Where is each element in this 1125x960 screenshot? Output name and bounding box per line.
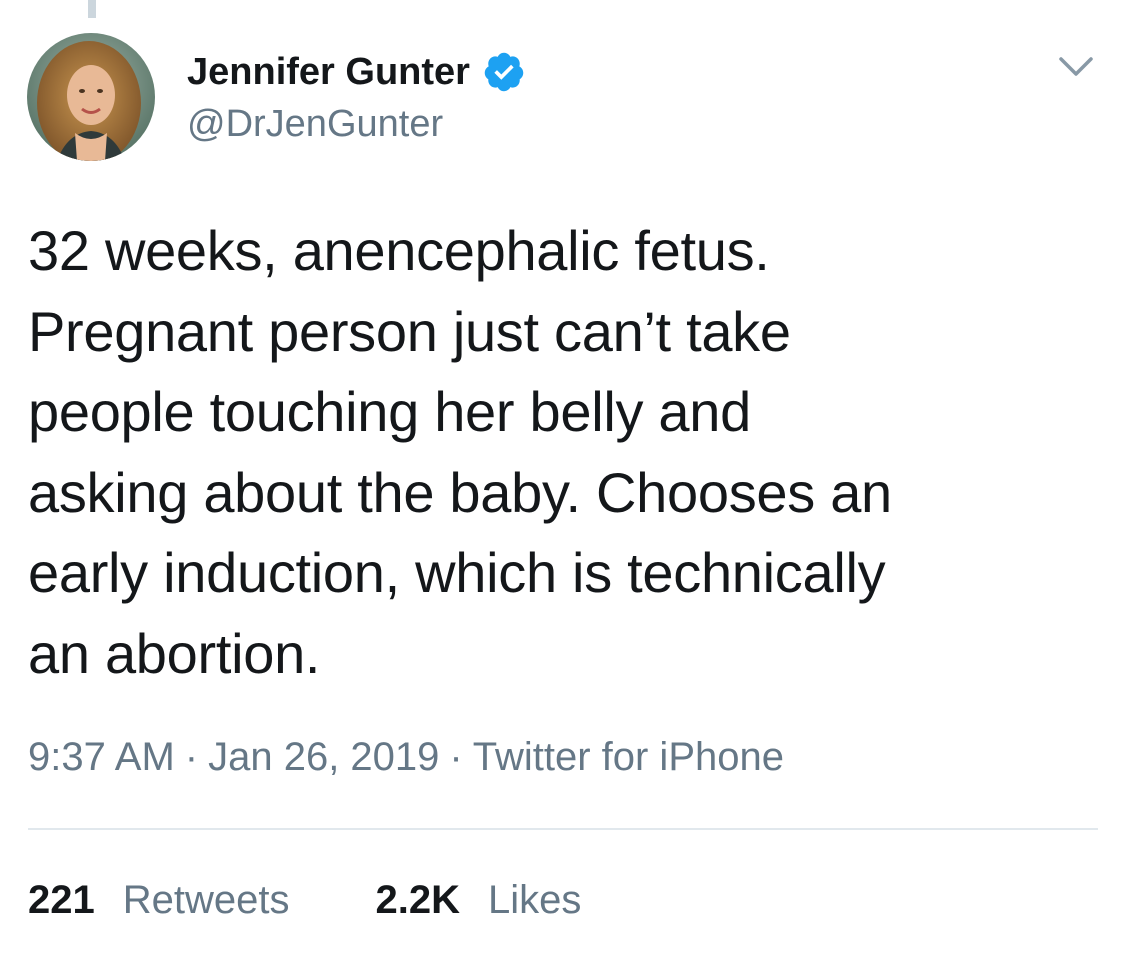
tweet-text-line: Pregnant person just can’t take [28,299,791,363]
author-avatar[interactable] [27,33,155,161]
tweet-stats: 221 Retweets 2.2K Likes [28,878,581,923]
tweet-body: 32 weeks, anencephalic fetus. Pregnant p… [28,211,1098,694]
author-name[interactable]: Jennifer Gunter [187,51,470,94]
tweet-text-line: 32 weeks, anencephalic fetus. [28,219,770,282]
verified-badge-icon [482,50,526,94]
retweets-stat[interactable]: 221 Retweets [28,878,290,923]
author-handle[interactable]: @DrJenGunter [187,103,443,146]
meta-separator: · [184,735,199,779]
tweet-text-line: people touching her belly and [28,380,751,443]
likes-count: 2.2K [375,878,461,922]
stats-divider [28,828,1098,830]
meta-separator: · [449,735,463,779]
tweet-text-line: an abortion. [28,621,321,685]
thread-connector-line [88,0,96,18]
tweet-source[interactable]: Twitter for iPhone [473,735,784,779]
tweet-date[interactable]: Jan 26, 2019 [208,735,439,779]
tweet-time[interactable]: 9:37 AM [28,735,175,779]
tweet-options-button[interactable] [1056,50,1096,84]
tweet-metadata: 9:37 AM · Jan 26, 2019 · Twitter for iPhone [28,735,784,780]
likes-stat[interactable]: 2.2K Likes [376,878,582,923]
tweet-text-line: asking about the baby. Chooses an [28,460,892,524]
retweets-label: Retweets [122,878,290,922]
chevron-down-icon [1059,57,1093,76]
likes-label: Likes [488,878,582,922]
retweets-count: 221 [28,878,95,922]
avatar-photo [27,33,155,161]
tweet-text-line: early induction, which is technically [28,541,886,604]
author-name-row: Jennifer Gunter [187,50,526,94]
